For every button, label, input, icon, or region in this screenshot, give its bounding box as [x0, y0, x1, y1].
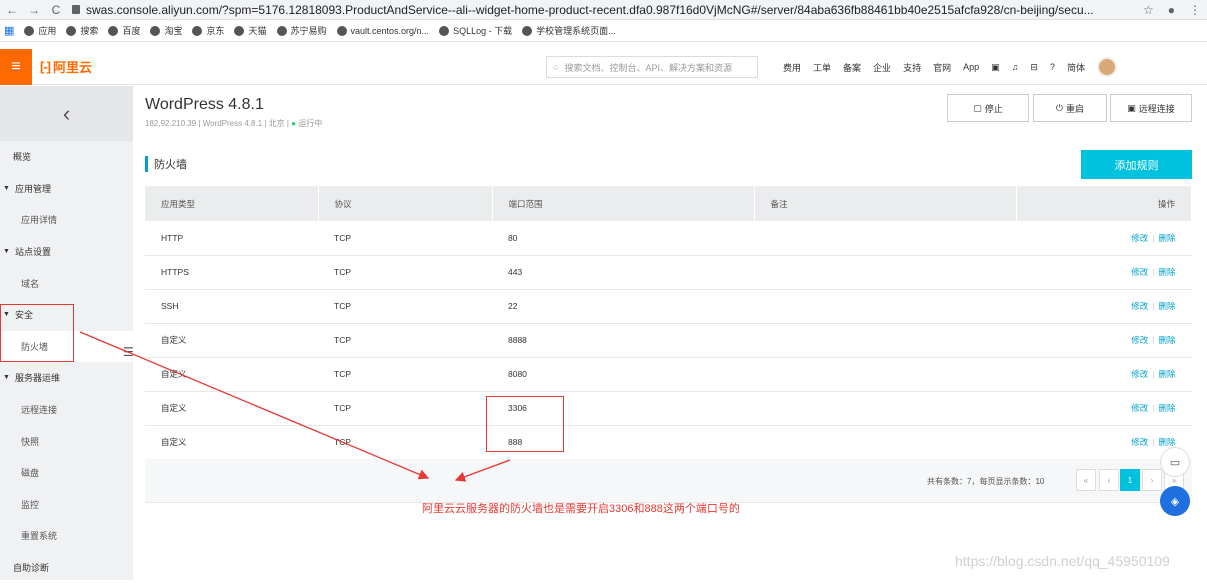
annotation-text: 阿里云云服务器的防火墙也是需要开启3306和888这两个端口号的 — [422, 503, 740, 515]
watermark: https://blog.csdn.net/qq_45950109 — [955, 553, 1170, 569]
arrow-from-ports — [454, 459, 511, 482]
annotation-arrows — [79, 331, 511, 482]
arrow-from-sidebar — [79, 331, 430, 480]
